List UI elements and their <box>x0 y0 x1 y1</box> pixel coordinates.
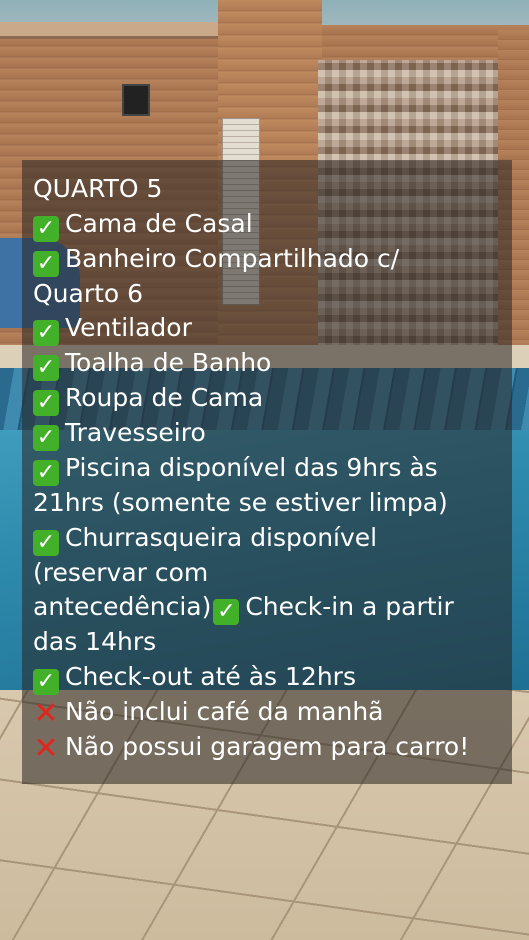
room-title: QUARTO 5 <box>33 174 163 203</box>
cross-mark-icon: ✕ <box>33 695 59 731</box>
list-item: ✓ Travesseiro <box>33 416 511 452</box>
list-item: ✓ Roupa de Cama <box>33 381 511 417</box>
room-description: QUARTO 5 ✓ Cama de Casal ✓ Banheiro Compar… <box>33 172 511 764</box>
list-item: ✕ Não inclui café da manhã <box>33 695 384 731</box>
list-item: ✕ Não possui garagem para carro! <box>33 730 470 766</box>
check-mark-icon: ✓ <box>33 250 59 277</box>
list-item-continued: das 14hrs <box>33 627 157 657</box>
list-item: ✓ Toalha de Banho <box>33 346 511 382</box>
list-item: ✓ Banheiro Compartilhado c/ <box>33 242 511 277</box>
check-mark-icon: ✓ <box>33 425 59 452</box>
check-mark-icon: ✓ <box>33 390 59 417</box>
check-mark-icon: ✓ <box>33 215 59 242</box>
list-item: ✓ Cama de Casal <box>33 207 511 242</box>
list-item: ✓ Piscina disponível das 9hrs às <box>33 451 511 487</box>
list-item: ✓ Ventilador <box>33 311 511 347</box>
wall-top <box>0 22 230 39</box>
list-item-continued: (reservar com <box>33 557 209 587</box>
check-mark-icon: ✓ <box>213 599 240 626</box>
check-mark-icon: ✓ <box>33 460 59 487</box>
check-mark-icon: ✓ <box>33 355 59 382</box>
list-item: ✓ Check-out até às 12hrs <box>33 660 511 695</box>
list-item-continued: antecedência) ✓ Check-in a partir <box>33 592 454 626</box>
check-mark-icon: ✓ <box>33 320 59 347</box>
cross-mark-icon: ✕ <box>33 730 59 766</box>
check-mark-icon: ✓ <box>33 668 59 695</box>
check-mark-icon: ✓ <box>33 529 59 556</box>
list-item: ✓ Churrasqueira disponível <box>33 521 511 556</box>
list-item-continued: 21hrs (somente se estiver limpa) <box>33 488 448 518</box>
list-item-continued: Quarto 6 <box>33 278 144 308</box>
wall-lamp <box>122 84 150 116</box>
